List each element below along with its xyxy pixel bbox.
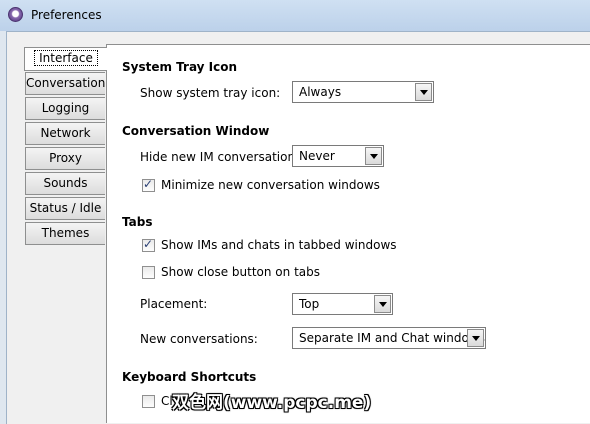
hide-im-label: Hide new IM conversations:	[140, 150, 306, 164]
chevron-down-icon[interactable]	[365, 147, 382, 165]
hide-im-select[interactable]: Never	[292, 145, 384, 167]
system-tray-select[interactable]: Always	[292, 81, 434, 103]
chevron-down-icon[interactable]	[374, 295, 391, 313]
tabs-heading: Tabs	[122, 215, 153, 229]
tab-themes[interactable]: Themes	[25, 222, 105, 245]
tab-conversations[interactable]: Conversations	[25, 72, 112, 95]
tab-sounds[interactable]: Sounds	[25, 172, 105, 195]
system-tray-label: Show system tray icon:	[140, 86, 281, 100]
tabbed-windows-checkbox[interactable]	[142, 237, 155, 252]
keyboard-shortcut-label: Cl	[161, 394, 173, 408]
watermark: 双色网(www.pcpc.me)	[172, 393, 372, 413]
tab-status-idle[interactable]: Status / Idle	[25, 197, 105, 220]
tab-proxy[interactable]: Proxy	[25, 147, 105, 170]
new-conversations-label: New conversations:	[140, 332, 258, 346]
keyboard-shortcut-checkbox[interactable]	[142, 395, 155, 408]
minimize-checkbox[interactable]	[142, 177, 155, 192]
minimize-label: Minimize new conversation windows	[161, 178, 380, 192]
chevron-down-icon[interactable]	[467, 329, 484, 347]
tab-logging[interactable]: Logging	[25, 97, 105, 120]
chevron-down-icon[interactable]	[415, 83, 432, 101]
title-bar: Preferences	[0, 0, 590, 31]
new-conversations-select[interactable]: Separate IM and Chat windows	[292, 327, 486, 349]
close-button-label: Show close button on tabs	[161, 265, 320, 279]
tab-interface[interactable]: Interface	[24, 47, 107, 71]
keyboard-shortcuts-heading: Keyboard Shortcuts	[122, 370, 257, 384]
system-tray-heading: System Tray Icon	[122, 60, 238, 74]
pidgin-icon	[8, 7, 23, 22]
conversation-window-heading: Conversation Window	[122, 124, 270, 138]
close-button-checkbox[interactable]	[142, 266, 155, 279]
tabbed-windows-label: Show IMs and chats in tabbed windows	[161, 238, 397, 252]
placement-select[interactable]: Top	[292, 293, 393, 315]
window-title: Preferences	[31, 8, 102, 22]
tab-network[interactable]: Network	[25, 122, 105, 145]
placement-label: Placement:	[140, 297, 208, 311]
